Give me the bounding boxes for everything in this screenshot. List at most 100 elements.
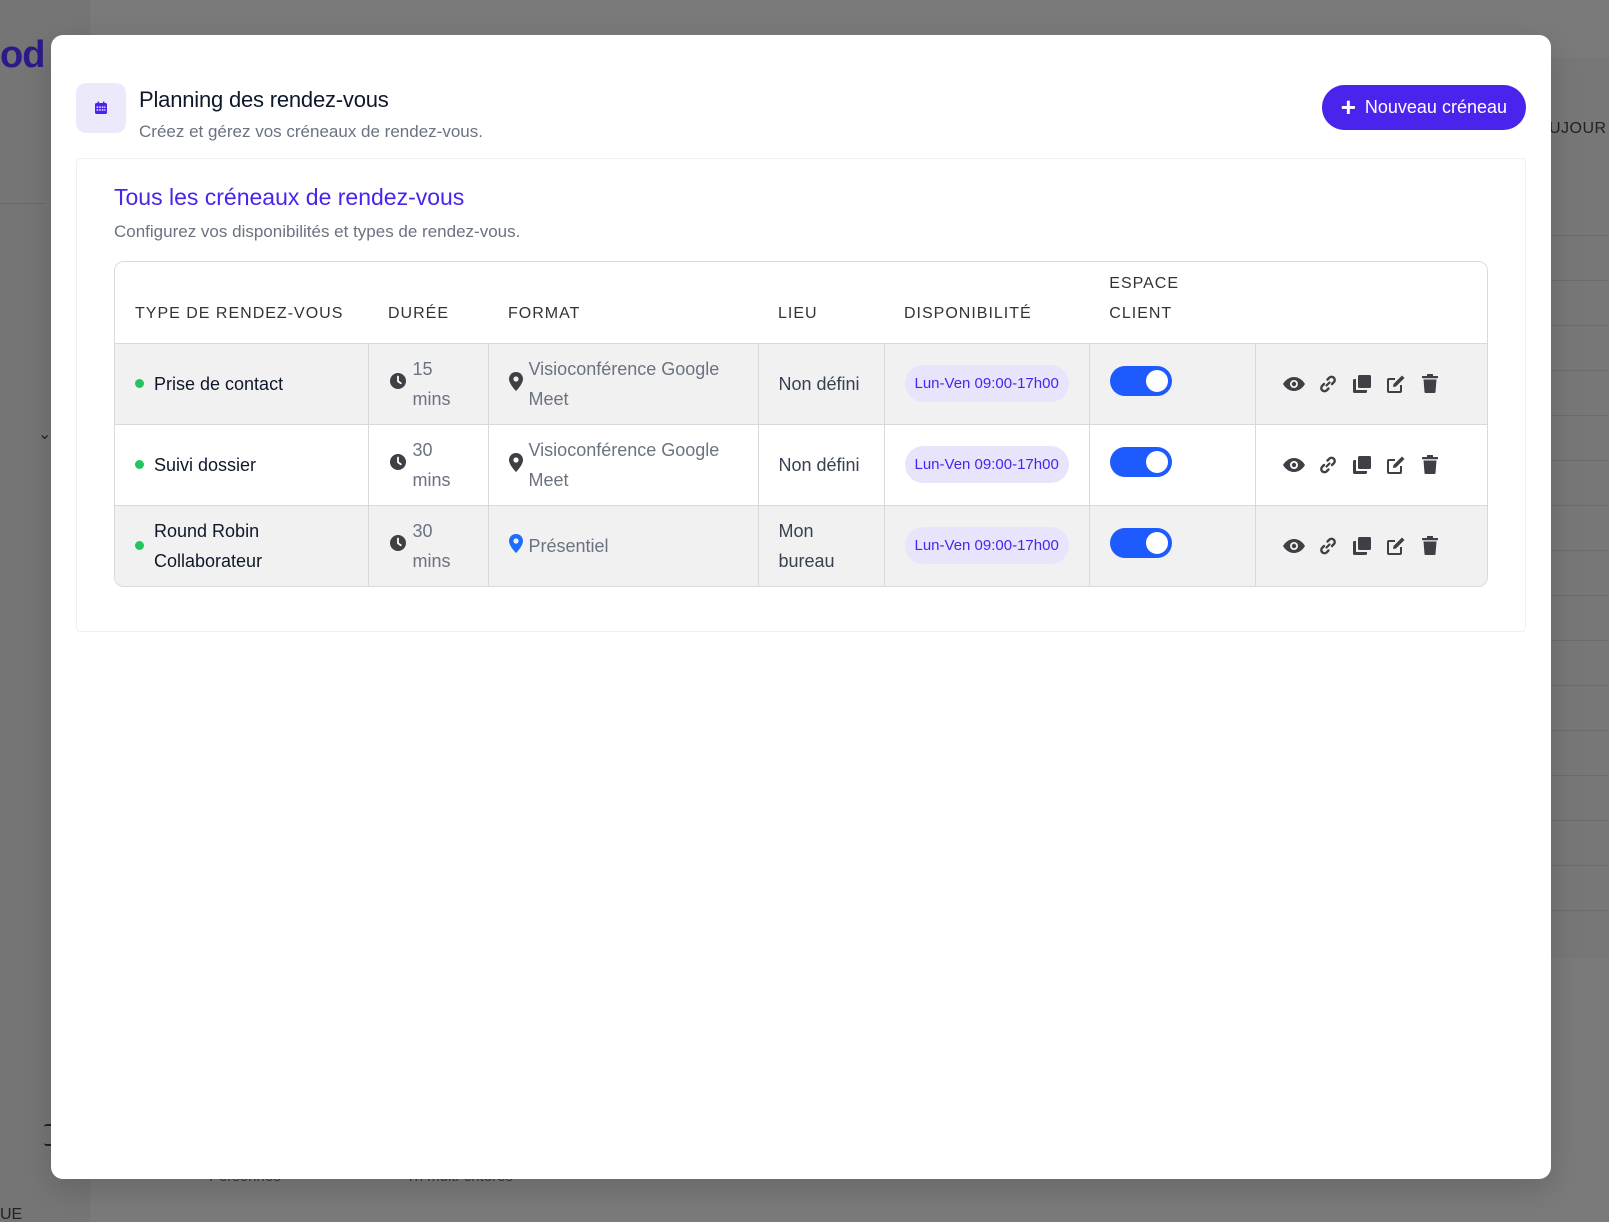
map-pin-icon [508, 452, 523, 477]
background-divider [1550, 415, 1609, 416]
new-slot-button[interactable]: + Nouveau créneau [1321, 85, 1526, 130]
background-divider [1550, 775, 1609, 776]
background-divider [1550, 595, 1609, 596]
duration-label: 30 mins [412, 439, 451, 490]
status-dot [135, 541, 144, 551]
location-label: Non défini [778, 373, 860, 394]
status-dot [135, 379, 144, 388]
background-text: UE [0, 1206, 23, 1222]
map-pin-icon [508, 533, 523, 558]
eye-icon[interactable] [1282, 372, 1306, 396]
background-divider [1550, 820, 1609, 821]
edit-icon[interactable] [1384, 534, 1408, 558]
availability-badge: Lun-Ven 09:00-17h00 [904, 446, 1069, 483]
cell-disponibilite: Lun-Ven 09:00-17h00 [884, 505, 1090, 586]
cell-format: Présentiel [488, 505, 759, 586]
toggle-knob [1145, 531, 1168, 554]
clock-icon [389, 453, 407, 476]
trash-icon[interactable] [1418, 372, 1442, 396]
column-header-actions [1255, 262, 1487, 344]
column-header-espace-client: ESPACE CLIENT [1089, 262, 1256, 344]
clock-icon [389, 534, 407, 557]
background-divider [1550, 325, 1609, 326]
background-divider [1550, 280, 1609, 281]
cell-lieu: Non défini [758, 424, 885, 506]
toggle-knob [1145, 369, 1168, 392]
edit-icon[interactable] [1384, 453, 1408, 477]
app-logo: od [0, 34, 45, 76]
table-row: Suivi dossier 30 mins Visioconférence Go… [115, 424, 1487, 506]
column-header-duree: DURÉE [368, 262, 488, 344]
format-label: Présentiel [528, 535, 609, 556]
cell-espace-client [1089, 424, 1256, 506]
format-label: Visioconférence Google Meet [528, 358, 720, 409]
cell-espace-client [1089, 505, 1256, 586]
cell-lieu: Non défini [758, 343, 885, 425]
trash-icon[interactable] [1418, 534, 1442, 558]
background-divider [1550, 865, 1609, 866]
status-dot [135, 460, 144, 469]
cell-disponibilite: Lun-Ven 09:00-17h00 [884, 343, 1090, 425]
client-space-toggle[interactable] [1109, 527, 1172, 558]
plus-icon: + [1340, 91, 1356, 122]
column-header-disponibilite: DISPONIBILITÉ [884, 262, 1090, 344]
copy-icon[interactable] [1350, 372, 1374, 396]
column-header-espace-client-label: ESPACE CLIENT [1109, 274, 1180, 322]
slots-table: TYPE DE RENDEZ-VOUS DURÉE FORMAT LIEU DI… [114, 261, 1488, 587]
modal-header: Planning des rendez-vous Créez et gérez … [76, 83, 483, 142]
availability-badge: Lun-Ven 09:00-17h00 [904, 527, 1069, 565]
clock-icon [389, 372, 407, 395]
copy-icon[interactable] [1350, 534, 1374, 558]
cell-duree: 30 mins [368, 505, 489, 586]
new-slot-button-label: Nouveau créneau [1364, 97, 1507, 117]
cell-duree: 30 mins [368, 424, 489, 506]
client-space-toggle[interactable] [1109, 365, 1172, 396]
background-divider [1550, 685, 1609, 686]
link-icon[interactable] [1316, 534, 1340, 558]
background-divider [1550, 460, 1609, 461]
map-pin-icon [508, 371, 523, 396]
header-text: Planning des rendez-vous Créez et gérez … [139, 87, 483, 142]
link-icon[interactable] [1316, 372, 1340, 396]
eye-icon[interactable] [1282, 453, 1306, 477]
slots-card: Tous les créneaux de rendez-vous Configu… [76, 158, 1526, 632]
copy-icon[interactable] [1350, 453, 1374, 477]
toggle-knob [1145, 450, 1168, 473]
background-divider [1550, 910, 1609, 911]
page-title: Planning des rendez-vous [139, 87, 389, 112]
column-header-type: TYPE DE RENDEZ-VOUS [115, 262, 368, 344]
background-divider [0, 203, 46, 204]
background-divider [1550, 370, 1609, 371]
background-divider [1550, 640, 1609, 641]
slot-type-label: Suivi dossier [154, 454, 257, 475]
cell-actions [1255, 343, 1487, 425]
today-button: UJOUR [1549, 120, 1607, 137]
location-label: Mon bureau [778, 520, 835, 571]
column-header-format: FORMAT [488, 262, 758, 344]
calendar-icon [76, 83, 126, 133]
cell-type: Round Robin Collaborateur [115, 505, 369, 586]
trash-icon[interactable] [1418, 453, 1442, 477]
duration-label: 30 mins [412, 520, 451, 571]
table-header-row: TYPE DE RENDEZ-VOUS DURÉE FORMAT LIEU DI… [115, 262, 1487, 344]
cell-actions [1255, 424, 1487, 506]
eye-icon[interactable] [1282, 534, 1306, 558]
cell-type: Suivi dossier [115, 424, 369, 506]
slot-type-label: Prise de contact [154, 373, 284, 394]
column-header-lieu: LIEU [758, 262, 884, 344]
background-divider [1550, 505, 1609, 506]
duration-label: 15 mins [412, 358, 451, 409]
location-label: Non défini [778, 454, 860, 475]
chevron-down-icon: ⌄ [38, 426, 52, 443]
planning-modal: Planning des rendez-vous Créez et gérez … [51, 35, 1551, 1179]
client-space-toggle[interactable] [1109, 446, 1172, 477]
background-divider [1550, 235, 1609, 236]
cell-format: Visioconférence Google Meet [488, 424, 759, 506]
link-icon[interactable] [1316, 453, 1340, 477]
card-title: Tous les créneaux de rendez-vous [114, 184, 465, 210]
edit-icon[interactable] [1384, 372, 1408, 396]
background-divider [1550, 730, 1609, 731]
cell-format: Visioconférence Google Meet [488, 343, 759, 425]
slot-type-label: Round Robin Collaborateur [154, 520, 263, 571]
cell-actions [1255, 505, 1487, 586]
